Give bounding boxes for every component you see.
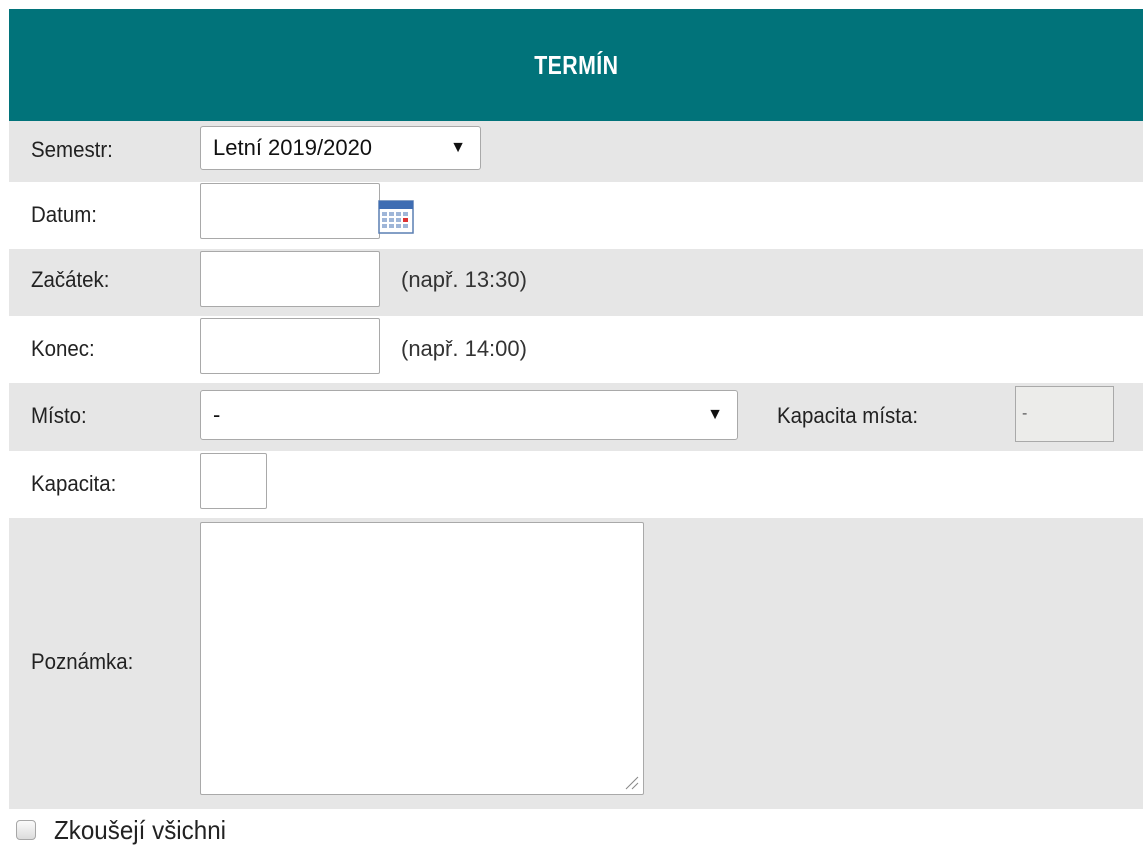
konec-hint: (např. 14:00) <box>401 336 527 361</box>
misto-selected-value: - <box>213 402 221 427</box>
zacatek-hint: (např. 13:30) <box>401 267 527 292</box>
zacatek-label: Začátek: <box>31 267 110 292</box>
misto-select[interactable]: - ▼ <box>200 390 738 440</box>
konec-input[interactable] <box>200 318 380 374</box>
datum-label: Datum: <box>31 202 97 227</box>
kapacita-row: Kapacita: <box>9 451 1143 518</box>
poznamka-label: Poznámka: <box>31 649 134 674</box>
poznamka-textarea[interactable] <box>200 522 644 795</box>
poznamka-row: Poznámka: <box>9 518 1143 809</box>
misto-label: Místo: <box>31 403 87 428</box>
zacatek-input[interactable] <box>200 251 380 307</box>
zkouseji-vsichni-checkbox[interactable] <box>16 820 36 840</box>
resize-grip-icon[interactable] <box>623 774 639 790</box>
semestr-label: Semestr: <box>31 137 113 162</box>
chevron-down-icon: ▼ <box>450 139 466 156</box>
form-header: TERMÍN <box>9 9 1143 121</box>
semestr-selected-value: Letní 2019/2020 <box>213 135 373 160</box>
kapacita-mista-label: Kapacita místa: <box>777 403 919 428</box>
kapacita-label: Kapacita: <box>31 471 117 496</box>
datum-row: Datum: <box>9 182 1143 249</box>
semestr-row: Semestr: Letní 2019/2020 ▼ <box>9 121 1143 182</box>
semestr-select[interactable]: Letní 2019/2020 ▼ <box>200 126 481 170</box>
term-form: TERMÍN Semestr: Letní 2019/2020 ▼ Datum: <box>0 0 1143 851</box>
konec-row: Konec: (např. 14:00) <box>9 316 1143 383</box>
kapacita-mista-value: - <box>1022 405 1028 422</box>
form-title: TERMÍN <box>533 49 619 80</box>
kapacita-input[interactable] <box>200 453 267 509</box>
kapacita-mista-field: - <box>1015 386 1114 442</box>
misto-row: Místo: - ▼ Kapacita místa: - <box>9 383 1143 451</box>
calendar-icon[interactable] <box>377 197 415 235</box>
datum-input[interactable] <box>200 183 380 239</box>
zkouseji-vsichni-label[interactable]: Zkoušejí všichni <box>54 815 226 846</box>
konec-label: Konec: <box>31 336 95 361</box>
zacatek-row: Začátek: (např. 13:30) <box>9 249 1143 316</box>
chevron-down-icon: ▼ <box>707 406 723 423</box>
